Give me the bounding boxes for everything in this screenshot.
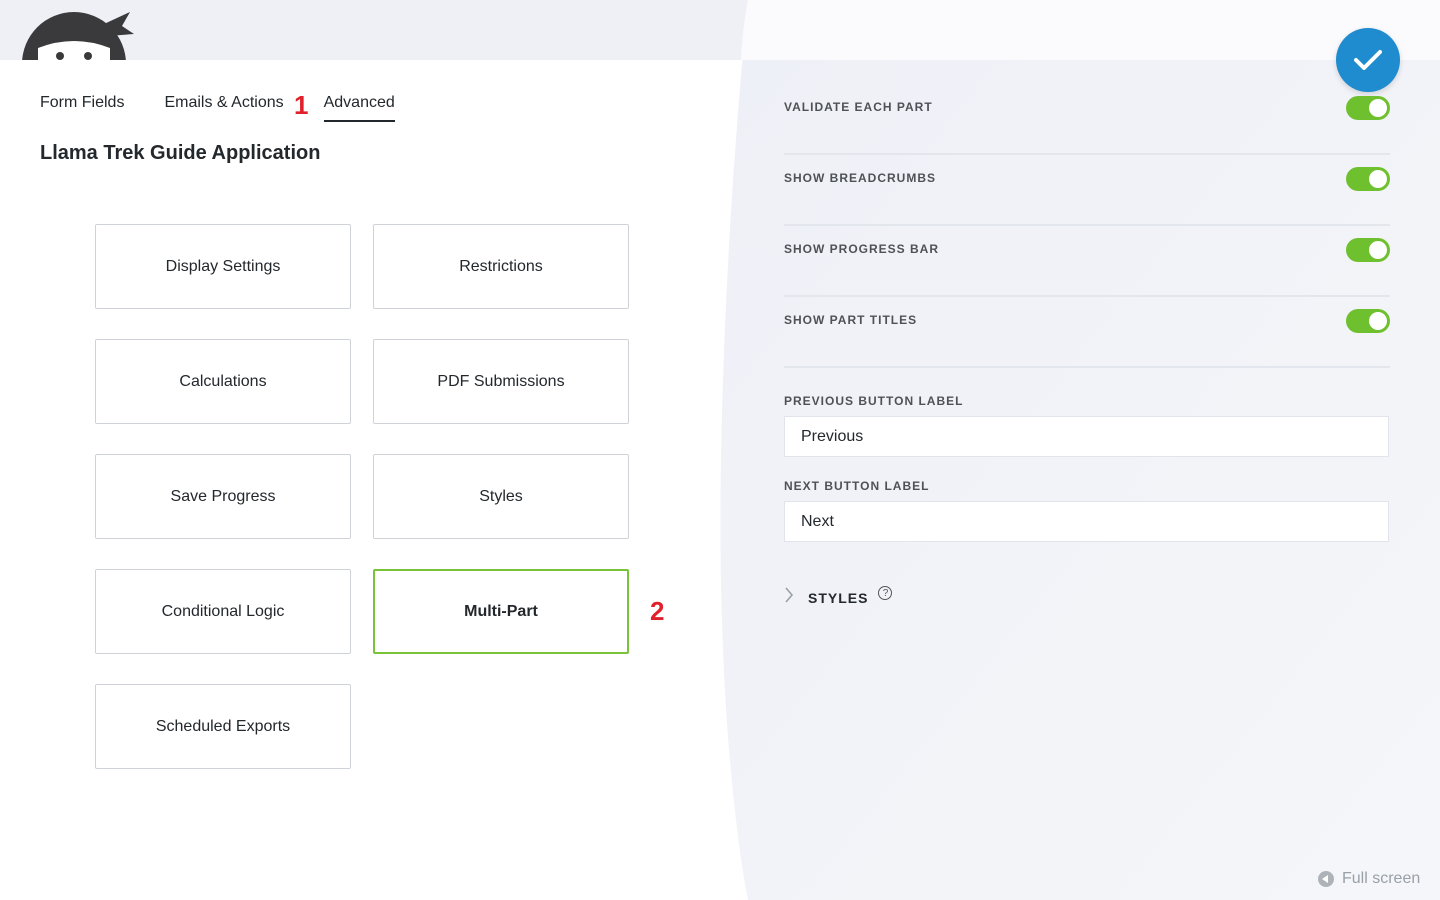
styles-section-label: STYLES — [808, 590, 869, 606]
setting-label: SHOW PROGRESS BAR — [784, 242, 940, 256]
confirm-button[interactable] — [1336, 28, 1400, 92]
setting-label: VALIDATE EACH PART — [784, 100, 933, 114]
full-screen-link[interactable]: Full screen — [1318, 870, 1420, 888]
next-button-label-input[interactable] — [784, 501, 1389, 542]
card-display-settings[interactable]: Display Settings — [95, 224, 351, 309]
setting-show-progress-bar: SHOW PROGRESS BAR — [784, 226, 1390, 297]
setting-validate-each-part: VALIDATE EACH PART — [784, 84, 1390, 155]
show-part-titles-toggle[interactable] — [1346, 309, 1390, 333]
form-title: Llama Trek Guide Application — [40, 142, 321, 164]
chevron-right-icon — [785, 587, 794, 603]
multi-part-settings-panel: VALIDATE EACH PART SHOW BREADCRUMBS SHOW… — [784, 84, 1390, 542]
ninja-logo-icon — [18, 8, 136, 60]
next-button-label-heading: NEXT BUTTON LABEL — [784, 479, 930, 493]
styles-section-toggle[interactable]: STYLES ? — [784, 584, 893, 606]
card-calculations[interactable]: Calculations — [95, 339, 351, 424]
annotation-marker-1: 1 — [294, 90, 309, 120]
setting-label: SHOW BREADCRUMBS — [784, 171, 936, 185]
card-pdf-submissions[interactable]: PDF Submissions — [373, 339, 629, 424]
setting-show-part-titles: SHOW PART TITLES — [784, 297, 1390, 368]
card-conditional-logic[interactable]: Conditional Logic — [95, 569, 351, 654]
show-breadcrumbs-toggle[interactable] — [1346, 167, 1390, 191]
builder-tabs: Form Fields Emails & Actions Advanced — [40, 94, 435, 122]
card-restrictions[interactable]: Restrictions — [373, 224, 629, 309]
annotation-marker-2: 2 — [650, 596, 665, 626]
card-scheduled-exports[interactable]: Scheduled Exports — [95, 684, 351, 769]
card-save-progress[interactable]: Save Progress — [95, 454, 351, 539]
advanced-settings-grid: Display Settings Restrictions Calculatio… — [95, 224, 629, 769]
tab-emails-actions[interactable]: Emails & Actions — [164, 94, 283, 122]
tab-advanced[interactable]: Advanced — [323, 94, 395, 122]
card-styles[interactable]: Styles — [373, 454, 629, 539]
previous-button-label-input[interactable] — [784, 416, 1389, 457]
card-multi-part[interactable]: Multi-Part — [373, 569, 629, 654]
validate-each-part-toggle[interactable] — [1346, 96, 1390, 120]
help-icon[interactable]: ? — [878, 586, 893, 600]
fullscreen-icon — [1318, 871, 1334, 887]
setting-show-breadcrumbs: SHOW BREADCRUMBS — [784, 155, 1390, 226]
previous-button-label-heading: PREVIOUS BUTTON LABEL — [784, 394, 964, 408]
checkmark-icon — [1354, 50, 1382, 70]
show-progress-bar-toggle[interactable] — [1346, 238, 1390, 262]
tab-form-fields[interactable]: Form Fields — [40, 94, 124, 122]
full-screen-label: Full screen — [1342, 870, 1421, 887]
setting-label: SHOW PART TITLES — [784, 313, 918, 327]
